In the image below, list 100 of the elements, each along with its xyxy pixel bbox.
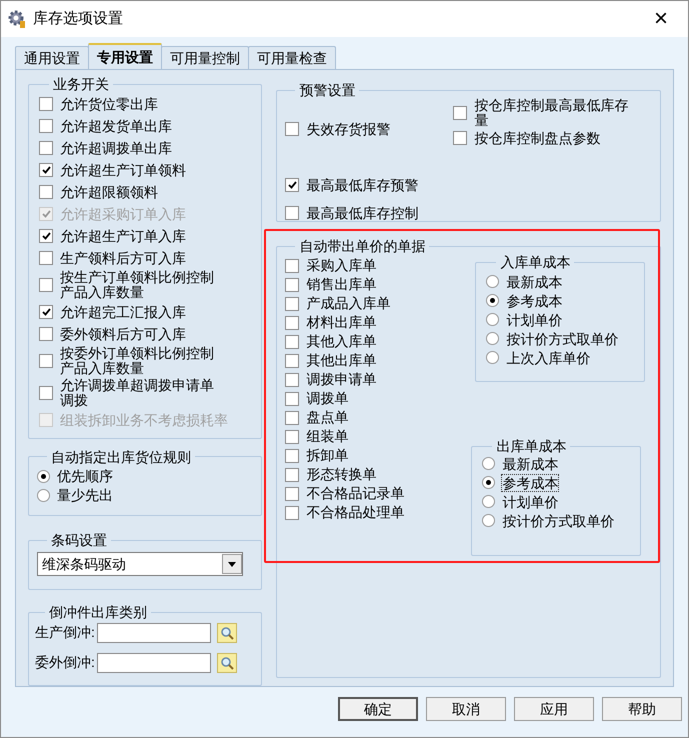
checkbox[interactable]	[453, 106, 468, 120]
group-title: 倒冲件出库类别	[48, 604, 148, 620]
radio-label: 参考成本	[506, 292, 562, 308]
checkbox[interactable]	[285, 506, 300, 520]
checkbox[interactable]	[285, 392, 300, 406]
checkbox[interactable]	[285, 372, 300, 386]
dialog-button[interactable]: 确定	[338, 697, 418, 721]
radio-label: 按计价方式取单价	[502, 512, 614, 528]
checkbox-label: 不合格品记录单	[306, 486, 404, 501]
checkbox[interactable]	[39, 251, 53, 265]
checkbox-label: 允许超限额领料	[60, 184, 158, 200]
search-button[interactable]	[216, 652, 237, 673]
group-title: 自动带出单价的单据	[298, 238, 426, 254]
checkbox[interactable]	[285, 448, 300, 462]
radio-label: 按计价方式取单价	[506, 330, 618, 346]
dialog-button[interactable]: 取消	[426, 697, 506, 721]
checkbox-label: 按生产订单领料比例控制产品入库数量	[60, 270, 215, 300]
checkbox-label: 失效存货报警	[306, 122, 390, 136]
group-title: 自动指定出库货位规则	[50, 448, 192, 465]
checkbox-label: 允许超调拨单出库	[60, 140, 172, 156]
radio-label: 参考成本	[502, 474, 558, 490]
window-title: 库存选项设置	[33, 8, 123, 29]
checkbox-label: 材料出库单	[306, 315, 376, 330]
radio-button[interactable]	[37, 470, 50, 483]
checkbox-label: 允许货位零出库	[60, 96, 158, 112]
checkbox[interactable]	[285, 258, 300, 272]
search-icon	[220, 626, 234, 640]
checkbox-label: 形态转换单	[306, 467, 376, 482]
input-field[interactable]	[96, 652, 211, 673]
checkbox[interactable]	[285, 316, 300, 330]
search-icon	[220, 656, 234, 670]
checkbox[interactable]	[39, 141, 53, 155]
checkbox[interactable]	[285, 430, 300, 444]
tab[interactable]: 可用量检查	[248, 46, 336, 69]
checkbox[interactable]	[39, 354, 53, 368]
checkbox-label: 允许调拨单超调拨申请单调拨	[60, 378, 215, 408]
checkbox[interactable]	[285, 122, 300, 136]
radio-button[interactable]	[482, 495, 496, 508]
checkbox[interactable]	[39, 185, 53, 199]
tab[interactable]: 专用设置	[88, 43, 162, 69]
field-label: 委外倒冲:	[35, 653, 95, 672]
close-button[interactable]: ×	[654, 7, 668, 31]
checkbox-label: 组装拆卸业务不考虑损耗率	[60, 412, 228, 428]
dialog-button[interactable]: 帮助	[602, 697, 682, 721]
input-field[interactable]	[96, 622, 211, 643]
checkbox[interactable]	[39, 386, 53, 400]
checkbox-label: 按仓库控制盘点参数	[474, 130, 600, 146]
radio-label: 量少先出	[57, 487, 113, 504]
radio-button[interactable]	[486, 294, 500, 307]
group-title: 入库单成本	[499, 254, 572, 270]
checkbox[interactable]	[39, 229, 53, 243]
tab[interactable]: 通用设置	[15, 46, 89, 69]
checkbox[interactable]	[285, 278, 300, 292]
checkbox[interactable]	[285, 468, 300, 482]
radio-label: 计划单价	[506, 312, 562, 328]
checkbox[interactable]	[285, 296, 300, 310]
checkbox[interactable]	[39, 97, 53, 111]
radio-label: 上次入库单价	[506, 350, 590, 366]
checkbox[interactable]	[453, 131, 468, 145]
checkbox[interactable]	[285, 206, 300, 220]
dialog-button[interactable]: 应用	[514, 697, 594, 721]
checkbox-label: 盘点单	[306, 410, 348, 425]
group-title: 条码设置	[50, 532, 108, 548]
radio-button[interactable]	[486, 313, 500, 326]
checkbox-label: 允许超采购订单入库	[60, 206, 186, 222]
radio-label: 计划单价	[502, 494, 558, 510]
radio-button[interactable]	[482, 457, 496, 470]
radio-button[interactable]	[37, 488, 50, 502]
checkbox[interactable]	[285, 486, 300, 500]
checkbox-label: 调拨单	[306, 391, 348, 406]
checkbox-label: 按仓库控制最高最低库存量	[474, 98, 630, 128]
checkbox-label: 允许超完工汇报入库	[60, 304, 186, 320]
group-title: 业务开关	[52, 76, 110, 92]
checkbox-label: 组装单	[306, 429, 348, 444]
caret-icon	[228, 562, 236, 567]
barcode-dropdown[interactable]: 维深条码驱动	[37, 552, 243, 576]
checkbox[interactable]	[39, 163, 53, 177]
checkbox[interactable]	[39, 119, 53, 133]
radio-button[interactable]	[486, 351, 500, 364]
tab[interactable]: 可用量控制	[161, 46, 249, 69]
group-title: 预警设置	[298, 82, 356, 98]
checkbox[interactable]	[39, 327, 53, 341]
checkbox-label: 按委外订单领料比例控制产品入库数量	[60, 346, 215, 376]
checkbox[interactable]	[285, 178, 300, 192]
checkbox[interactable]	[285, 354, 300, 368]
radio-button[interactable]	[486, 275, 500, 288]
checkbox[interactable]	[285, 410, 300, 424]
radio-button[interactable]	[482, 476, 496, 489]
field-label: 生产倒冲:	[35, 623, 95, 642]
checkbox-label: 生产领料后方可入库	[60, 250, 186, 266]
checkbox-label: 允许超生产订单领料	[60, 162, 186, 178]
radio-label: 最新成本	[502, 456, 558, 472]
checkbox[interactable]	[39, 305, 53, 319]
radio-button[interactable]	[482, 514, 496, 527]
radio-button[interactable]	[486, 332, 500, 345]
group-title: 出库单成本	[495, 438, 568, 454]
checkbox-label: 销售出库单	[306, 277, 376, 292]
checkbox[interactable]	[285, 334, 300, 348]
checkbox[interactable]	[39, 278, 53, 292]
search-button[interactable]	[216, 622, 237, 643]
